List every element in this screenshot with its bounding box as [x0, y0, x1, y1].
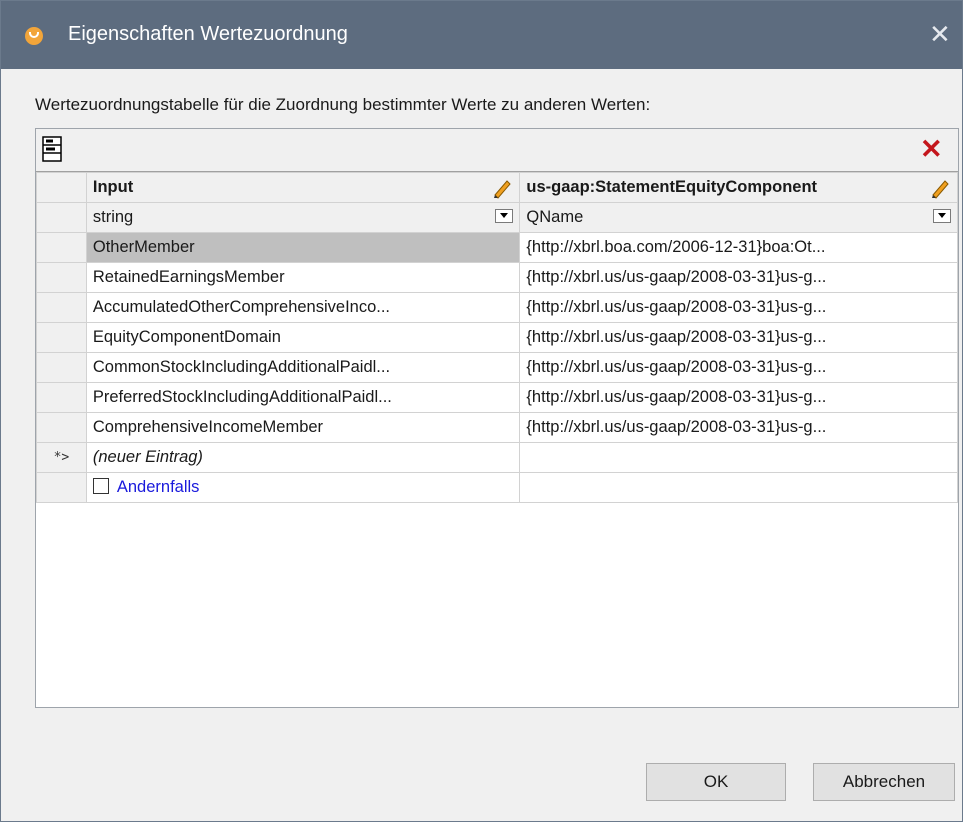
delete-icon[interactable]: ✕	[920, 135, 943, 163]
table-toolbar: ✕	[36, 129, 958, 172]
dialog-title: Eigenschaften Wertezuordnung	[68, 23, 348, 45]
value-map-dialog: Eigenschaften Wertezuordnung ✕ Wertezuor…	[0, 0, 963, 822]
otherwise-label[interactable]: Andernfalls	[117, 478, 200, 496]
input-column-header[interactable]: Input	[85, 172, 521, 203]
table-row[interactable]: OtherMember {http://xbrl.boa.com/2006-12-…	[36, 232, 958, 263]
header-row: Input us-gaap:StatementEquityComponent	[36, 172, 958, 203]
output-column-header[interactable]: us-gaap:StatementEquityComponent	[519, 172, 958, 203]
pencil-icon[interactable]	[491, 177, 513, 199]
mapforce-app-icon	[25, 27, 43, 45]
chevron-down-icon[interactable]	[495, 209, 514, 223]
input-header-label: Input	[92, 178, 134, 196]
row-header	[36, 202, 87, 233]
input-value-cell[interactable]: OtherMember	[85, 232, 521, 263]
new-entry-output-cell[interactable]	[519, 442, 958, 473]
otherwise-checkbox[interactable]	[92, 478, 109, 494]
input-type-select[interactable]: string	[85, 202, 521, 233]
row-header[interactable]	[36, 352, 87, 383]
input-value-cell[interactable]: ComprehensiveIncomeMember	[85, 412, 521, 443]
ok-button[interactable]: OK	[646, 763, 786, 801]
new-entry-marker: *>	[36, 442, 87, 473]
table-row[interactable]: AccumulatedOtherComprehensiveInco... {htt…	[36, 292, 958, 323]
row-header[interactable]	[36, 232, 87, 263]
row-header[interactable]	[36, 292, 87, 323]
chevron-down-icon[interactable]	[933, 209, 951, 223]
mapping-grid: Input us-gaap:StatementEquityComponent s…	[36, 172, 958, 503]
otherwise-row: Andernfalls	[36, 472, 958, 503]
output-value-cell[interactable]: {http://xbrl.us/us-gaap/2008-03-31}us-g.…	[519, 262, 958, 293]
pencil-icon[interactable]	[929, 177, 951, 199]
row-header[interactable]	[36, 412, 87, 443]
cancel-button[interactable]: Abbrechen	[813, 763, 955, 801]
output-value-cell[interactable]: {http://xbrl.us/us-gaap/2008-03-31}us-g.…	[519, 292, 958, 323]
row-header[interactable]	[36, 262, 87, 293]
close-icon[interactable]: ✕	[929, 20, 951, 48]
table-row[interactable]: EquityComponentDomain {http://xbrl.us/us-…	[36, 322, 958, 353]
value-map-table: ✕ Input us-gaap:StatementEquityComponent	[35, 128, 959, 708]
otherwise-output-cell[interactable]	[519, 472, 958, 503]
output-value-cell[interactable]: {http://xbrl.us/us-gaap/2008-03-31}us-g.…	[519, 382, 958, 413]
table-row[interactable]: ComprehensiveIncomeMember {http://xbrl.us…	[36, 412, 958, 443]
input-value-cell[interactable]: EquityComponentDomain	[85, 322, 521, 353]
row-header[interactable]	[36, 322, 87, 353]
input-value-cell[interactable]: PreferredStockIncludingAdditionalPaidl..…	[85, 382, 521, 413]
output-value-cell[interactable]: {http://xbrl.us/us-gaap/2008-03-31}us-g.…	[519, 352, 958, 383]
input-type-value: string	[92, 208, 134, 226]
output-value-cell[interactable]: {http://xbrl.boa.com/2006-12-31}boa:Ot..…	[519, 232, 958, 263]
otherwise-cell: Andernfalls	[85, 472, 521, 503]
output-header-label: us-gaap:StatementEquityComponent	[526, 178, 818, 196]
type-row: string QName	[36, 202, 958, 233]
output-type-value: QName	[526, 208, 584, 226]
input-value-cell[interactable]: CommonStockIncludingAdditionalPaidl...	[85, 352, 521, 383]
row-header	[36, 472, 87, 503]
output-value-cell[interactable]: {http://xbrl.us/us-gaap/2008-03-31}us-g.…	[519, 322, 958, 353]
input-value-cell[interactable]: RetainedEarningsMember	[85, 262, 521, 293]
properties-icon[interactable]	[42, 136, 62, 162]
table-row[interactable]: RetainedEarningsMember {http://xbrl.us/us…	[36, 262, 958, 293]
new-entry-cell[interactable]: (neuer Eintrag)	[85, 442, 521, 473]
input-value-cell[interactable]: AccumulatedOtherComprehensiveInco...	[85, 292, 521, 323]
table-row[interactable]: CommonStockIncludingAdditionalPaidl... {h…	[36, 352, 958, 383]
row-header[interactable]	[36, 382, 87, 413]
table-row[interactable]: PreferredStockIncludingAdditionalPaidl..…	[36, 382, 958, 413]
row-header	[36, 172, 87, 203]
title-bar: Eigenschaften Wertezuordnung ✕	[1, 1, 962, 69]
new-entry-row[interactable]: *> (neuer Eintrag)	[36, 442, 958, 473]
output-type-select[interactable]: QName	[519, 202, 958, 233]
instruction-text: Wertezuordnungstabelle für die Zuordnung…	[35, 95, 651, 114]
output-value-cell[interactable]: {http://xbrl.us/us-gaap/2008-03-31}us-g.…	[519, 412, 958, 443]
